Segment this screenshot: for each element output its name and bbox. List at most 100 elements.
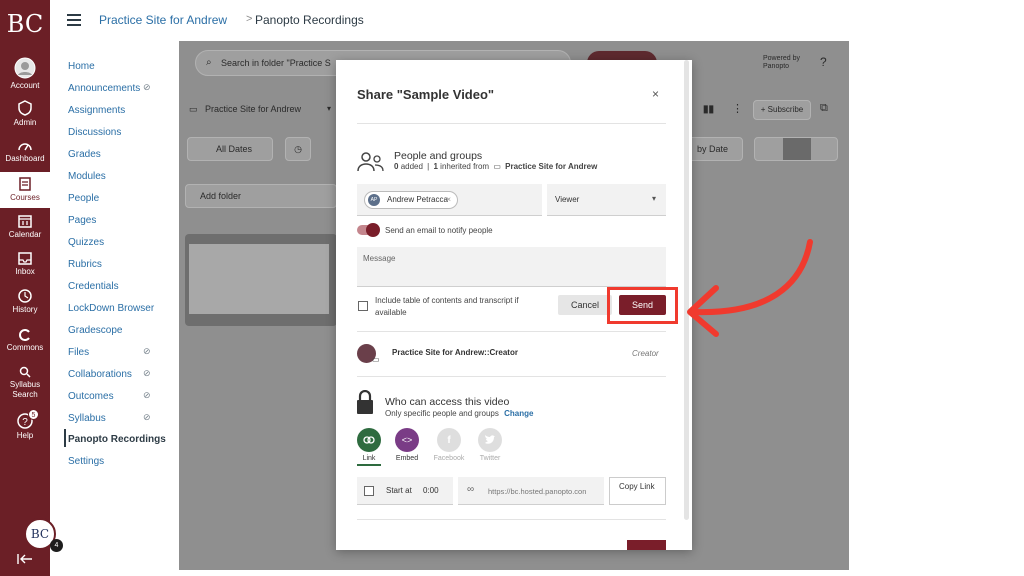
notify-toggle[interactable] (357, 223, 380, 237)
chevron-down-icon: ▾ (327, 104, 332, 113)
course-nav-settings[interactable]: Settings (68, 456, 104, 467)
nav-inbox-label: Inbox (15, 267, 35, 276)
course-nav-quizzes[interactable]: Quizzes (68, 237, 104, 248)
nav-commons[interactable]: Commons (0, 329, 50, 353)
nav-inbox[interactable]: Inbox (0, 251, 50, 277)
copy-link-button[interactable]: Copy Link (609, 477, 666, 505)
svg-text:?: ? (22, 417, 28, 428)
detail-view-selected[interactable] (783, 138, 811, 160)
course-nav-outcomes[interactable]: Outcomes (68, 391, 114, 402)
course-nav-syllabus[interactable]: Syllabus (68, 413, 106, 424)
hidden-eye-icon: ⊘ (143, 412, 151, 422)
person-chip[interactable]: AP Andrew Petracca × (364, 191, 458, 209)
add-folder-label: Add folder (200, 191, 242, 201)
nav-syllabus-search[interactable]: Syllabus Search (0, 366, 50, 400)
person-name: Andrew Petracca (387, 195, 448, 204)
search-placeholder: Search in folder "Practice S (221, 58, 331, 68)
tab-twitter-label[interactable]: Twitter (470, 455, 510, 462)
twitter-icon[interactable] (478, 428, 502, 452)
tab-embed-label[interactable]: Embed (387, 455, 427, 462)
people-heading: People and groups (394, 150, 483, 162)
stats-icon[interactable]: ▮▮ (703, 104, 714, 115)
nav-admin-label: Admin (13, 118, 37, 127)
folder-name[interactable]: Practice Site for Andrew (205, 104, 301, 114)
footer-button-partial[interactable] (627, 540, 666, 550)
nav-courses[interactable]: Courses (0, 172, 50, 208)
thumbnail-preview (189, 244, 329, 314)
course-nav-assignments[interactable]: Assignments (68, 105, 125, 116)
sort-dropdown[interactable]: by Date (685, 137, 743, 161)
nav-help[interactable]: ? Help (0, 413, 50, 441)
message-textarea[interactable]: Message (357, 247, 666, 287)
hamburger-menu-icon[interactable] (67, 14, 81, 26)
hidden-eye-icon: ⊘ (143, 346, 151, 356)
nav-history[interactable]: History (0, 289, 50, 315)
nav-commons-label: Commons (6, 343, 44, 352)
course-nav-gradescope[interactable]: Gradescope (68, 325, 122, 336)
nav-dashboard[interactable]: Dashboard (0, 138, 50, 164)
all-dates-dropdown[interactable]: All Dates (187, 137, 273, 161)
include-toc-checkbox[interactable] (358, 301, 368, 311)
remove-chip-icon[interactable]: × (446, 192, 451, 208)
course-nav-lockdown-browser[interactable]: LockDown Browser (68, 303, 154, 314)
view-toggle[interactable] (754, 137, 838, 161)
breadcrumb-course-link[interactable]: Practice Site for Andrew (99, 13, 227, 27)
folder-icon: ▭ (372, 355, 380, 364)
panopto-help-icon[interactable]: ? (820, 55, 827, 69)
user-avatar-badge: 4 (50, 539, 63, 552)
start-at-label: Start at (386, 486, 412, 495)
access-heading: Who can access this video (385, 396, 510, 408)
nav-admin[interactable]: Admin (0, 100, 50, 128)
clock-icon[interactable]: ◷ (285, 137, 311, 161)
subscribe-button[interactable]: + Subscribe (753, 100, 811, 120)
change-access-link[interactable]: Change (504, 409, 533, 418)
course-nav-grades[interactable]: Grades (68, 149, 101, 160)
nav-account[interactable]: Account (0, 57, 50, 91)
close-icon[interactable]: × (652, 87, 659, 101)
help-badge: 5 (28, 409, 39, 420)
inherited-label: inherited from (440, 162, 490, 171)
courses-icon (19, 177, 31, 191)
course-nav-panopto-recordings[interactable]: Panopto Recordings (68, 434, 166, 445)
course-nav-collaborations[interactable]: Collaborations (68, 369, 132, 380)
course-nav-credentials[interactable]: Credentials (68, 281, 119, 292)
collapse-nav-icon[interactable] (16, 553, 34, 565)
notify-label: Send an email to notify people (385, 226, 493, 235)
hidden-eye-icon: ⊘ (143, 368, 151, 378)
course-nav-announcements[interactable]: Announcements (68, 83, 140, 94)
video-thumbnail[interactable] (185, 234, 337, 326)
course-nav-home[interactable]: Home (68, 61, 95, 72)
cancel-button[interactable]: Cancel (558, 295, 612, 315)
creator-role: Creator (632, 349, 659, 358)
facebook-icon[interactable]: f (437, 428, 461, 452)
course-nav-discussions[interactable]: Discussions (68, 127, 121, 138)
nav-calendar[interactable]: Calendar (0, 214, 50, 240)
course-nav-people[interactable]: People (68, 193, 99, 204)
course-nav-rubrics[interactable]: Rubrics (68, 259, 102, 270)
access-level: Only specific people and groups (385, 409, 499, 418)
link-icon: ∞ (467, 484, 475, 495)
dashboard-icon (18, 143, 32, 151)
course-nav-files[interactable]: Files (68, 347, 89, 358)
tab-link-label[interactable]: Link (349, 455, 389, 462)
tab-facebook-label[interactable]: Facebook (429, 455, 469, 462)
link-icon[interactable] (357, 428, 381, 452)
start-at-value[interactable]: 0:00 (423, 486, 439, 495)
sort-label: by Date (696, 144, 728, 154)
lock-icon (357, 390, 373, 414)
course-nav-modules[interactable]: Modules (68, 171, 106, 182)
nav-dashboard-label: Dashboard (5, 154, 45, 163)
share-url-field[interactable]: ∞ https://bc.hosted.panopto.con (458, 477, 604, 505)
people-summary: 0 added | 1 inherited from ▭ Practice Si… (394, 162, 598, 171)
course-nav-pages[interactable]: Pages (68, 215, 96, 226)
embed-icon[interactable]: <> (395, 428, 419, 452)
nav-courses-label: Courses (10, 193, 40, 202)
role-select[interactable]: Viewer ▾ (547, 184, 666, 216)
more-options-icon[interactable]: ⋮ (732, 102, 743, 115)
divider (357, 519, 666, 520)
start-at-checkbox[interactable] (364, 486, 374, 496)
open-new-window-icon[interactable]: ⧉ (820, 102, 828, 115)
added-label: added (400, 162, 423, 171)
add-folder-button[interactable]: Add folder (185, 184, 337, 208)
school-logo[interactable]: BC (0, 0, 50, 48)
